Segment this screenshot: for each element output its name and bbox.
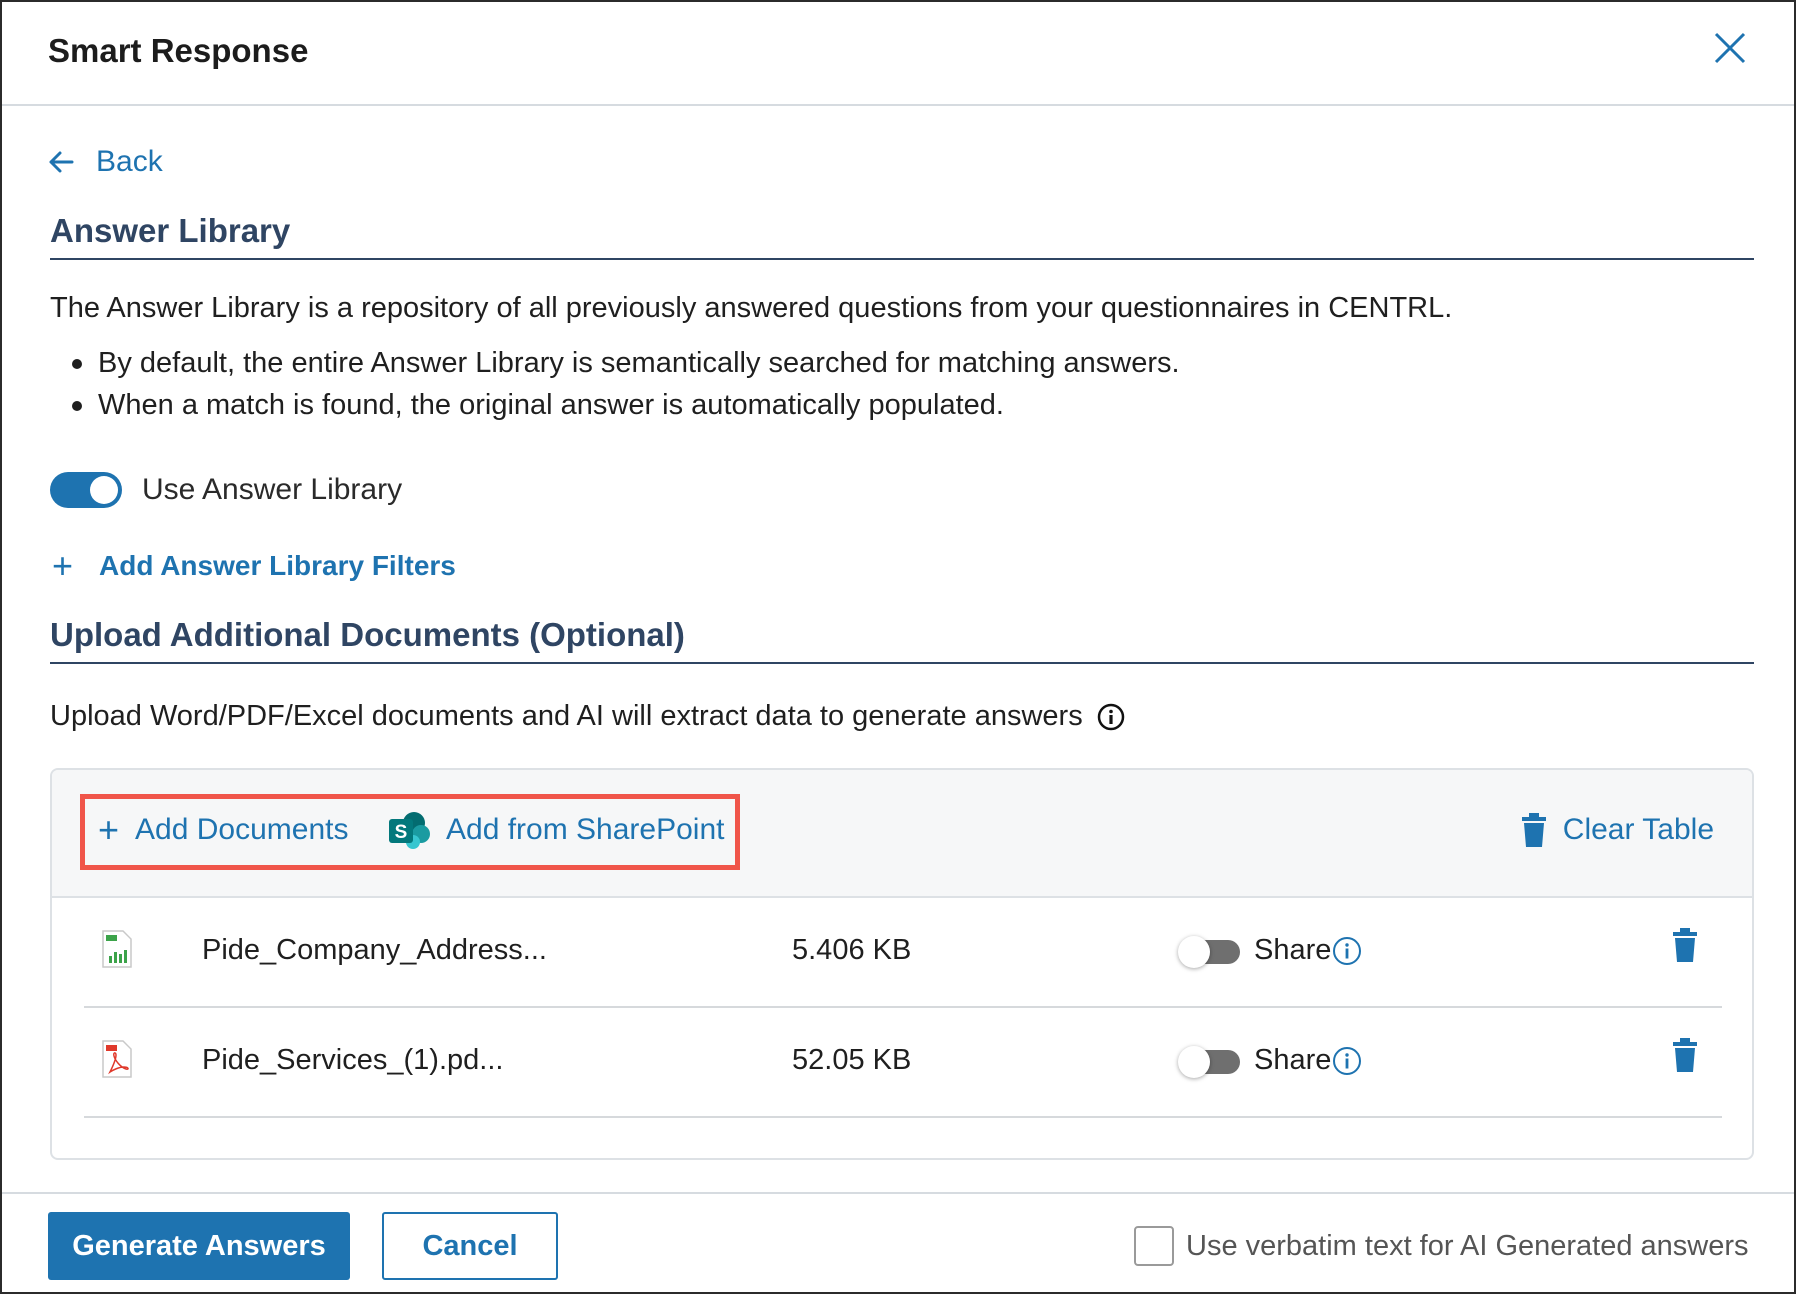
toggle-knob <box>90 476 118 504</box>
clear-table-button[interactable]: Clear Table <box>1521 808 1714 852</box>
excel-file-icon <box>102 930 132 968</box>
add-documents-button[interactable]: + Add Documents <box>98 808 348 852</box>
cancel-button[interactable]: Cancel <box>382 1212 558 1280</box>
documents-table: + Add Documents S Add from SharePoint Cl… <box>50 768 1754 1160</box>
share-toggle[interactable] <box>1178 1046 1240 1078</box>
delete-icon[interactable] <box>1672 928 1698 962</box>
arrow-left-icon <box>49 151 74 173</box>
verbatim-option: Use verbatim text for AI Generated answe… <box>1134 1226 1749 1266</box>
info-icon[interactable] <box>1332 936 1362 966</box>
section-divider <box>50 662 1754 664</box>
upload-documents-heading: Upload Additional Documents (Optional) <box>50 616 685 653</box>
info-icon[interactable] <box>1097 703 1125 731</box>
table-row: Pide_Services_(1).pd... 52.05 KB Share <box>84 1008 1722 1118</box>
share-toggle[interactable] <box>1178 936 1240 968</box>
table-row: Pide_Company_Address... 5.406 KB Share <box>84 898 1722 1008</box>
section-divider <box>50 258 1754 260</box>
file-size: 5.406 KB <box>792 934 912 966</box>
answer-library-bullets: By default, the entire Answer Library is… <box>72 342 1180 426</box>
clear-table-label: Clear Table <box>1562 813 1714 846</box>
use-answer-library-toggle[interactable] <box>50 472 122 508</box>
bullet-item: By default, the entire Answer Library is… <box>72 342 1180 384</box>
add-documents-label: Add Documents <box>135 813 349 846</box>
trash-icon <box>1521 813 1546 847</box>
answer-library-description: The Answer Library is a repository of al… <box>50 292 1453 324</box>
toggle-knob <box>1178 936 1210 968</box>
share-label: Share <box>1254 1044 1332 1076</box>
back-label: Back <box>96 145 163 178</box>
file-name: Pide_Company_Address... <box>202 934 547 966</box>
add-from-sharepoint-button[interactable]: S Add from SharePoint <box>388 808 724 852</box>
add-filters-label: Add Answer Library Filters <box>99 550 456 581</box>
svg-text:S: S <box>395 822 408 843</box>
verbatim-label: Use verbatim text for AI Generated answe… <box>1186 1229 1749 1262</box>
sharepoint-icon: S <box>389 812 430 849</box>
use-answer-library-label: Use Answer Library <box>142 473 403 506</box>
share-label: Share <box>1254 934 1332 966</box>
answer-library-heading: Answer Library <box>50 212 291 249</box>
file-size: 52.05 KB <box>792 1044 912 1076</box>
upload-description-text: Upload Word/PDF/Excel documents and AI w… <box>50 700 1083 732</box>
delete-icon[interactable] <box>1672 1038 1698 1072</box>
upload-description: Upload Word/PDF/Excel documents and AI w… <box>50 700 1125 733</box>
add-sharepoint-label: Add from SharePoint <box>446 813 725 846</box>
add-answer-library-filters-link[interactable]: + Add Answer Library Filters <box>52 548 456 584</box>
back-link[interactable]: Back <box>48 142 163 182</box>
dialog-title: Smart Response <box>48 32 309 69</box>
bullet-item: When a match is found, the original answ… <box>72 384 1180 426</box>
smart-response-dialog: Smart Response Back Answer Library The A… <box>0 0 1796 1294</box>
verbatim-checkbox[interactable] <box>1134 1226 1174 1266</box>
dialog-header: Smart Response <box>2 2 1794 106</box>
generate-answers-button[interactable]: Generate Answers <box>48 1212 350 1280</box>
dialog-footer: Generate Answers Cancel Use verbatim tex… <box>2 1192 1794 1292</box>
file-name: Pide_Services_(1).pd... <box>202 1044 504 1076</box>
plus-icon: + <box>98 809 120 850</box>
close-icon[interactable] <box>1710 28 1750 68</box>
plus-icon: + <box>52 545 74 586</box>
toggle-knob <box>1178 1046 1210 1078</box>
pdf-file-icon <box>102 1040 132 1078</box>
info-icon[interactable] <box>1332 1046 1362 1076</box>
documents-toolbar: + Add Documents S Add from SharePoint Cl… <box>52 770 1752 898</box>
